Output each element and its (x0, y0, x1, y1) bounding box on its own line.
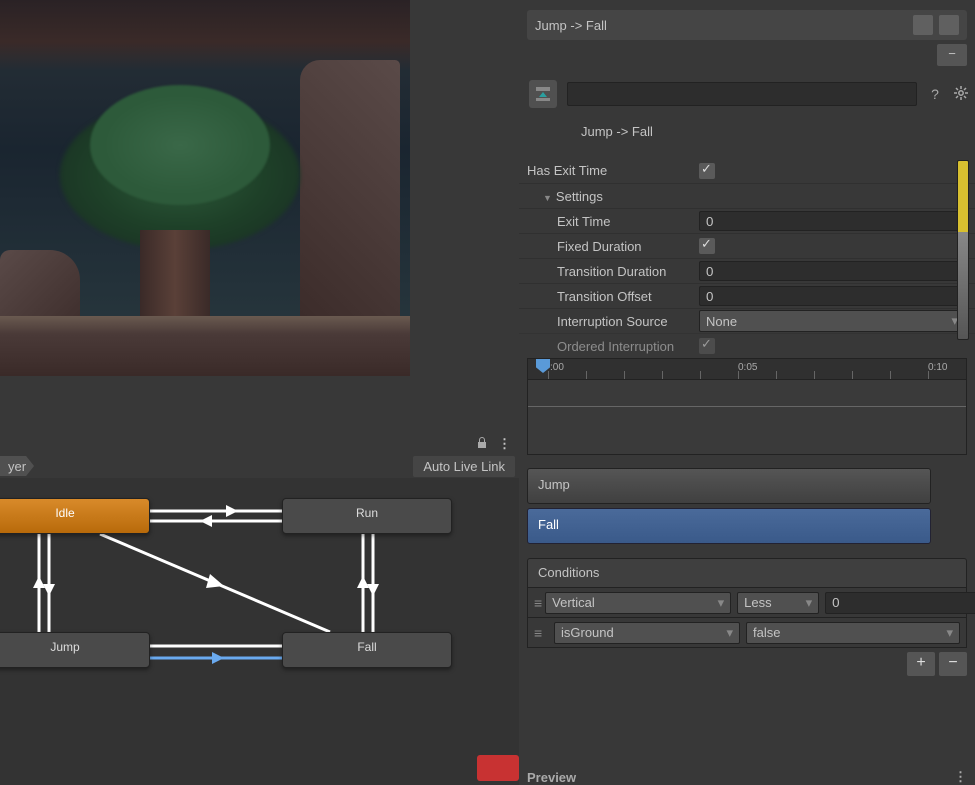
condition-param-dropdown[interactable]: Vertical (545, 592, 731, 614)
tick-label: 0:05 (738, 362, 757, 373)
transition-name-label: Jump -> Fall (581, 124, 653, 139)
error-indicator[interactable] (477, 755, 519, 781)
drag-handle-icon[interactable]: ≡ (534, 595, 539, 611)
state-node-fall[interactable]: Fall (282, 632, 452, 668)
transition-offset-label: Transition Offset (527, 289, 699, 304)
state-graph[interactable]: Idle Run Jump Fall (0, 478, 519, 785)
tick-label: 0:10 (928, 362, 947, 373)
interruption-source-label: Interruption Source (527, 314, 699, 329)
inspector-panel: Jump -> Fall − ? Jump -> Fall Has Exit T… (519, 0, 975, 785)
condition-param-dropdown[interactable]: isGround (554, 622, 740, 644)
fixed-duration-checkbox[interactable] (699, 238, 715, 254)
clip-jump[interactable]: Jump (527, 468, 931, 504)
transition-timeline[interactable]: :00 0:05 0:10 (527, 358, 967, 458)
has-exit-time-checkbox[interactable] (699, 163, 715, 179)
transition-title: Jump -> Fall (535, 18, 907, 33)
condition-value-input[interactable] (825, 592, 975, 614)
tick-label: :00 (550, 362, 564, 373)
add-condition-button[interactable]: + (907, 652, 935, 676)
interruption-source-dropdown[interactable]: None (699, 310, 965, 332)
transition-icon (529, 80, 557, 108)
conditions-header: Conditions (527, 558, 967, 588)
help-icon[interactable]: ? (927, 86, 943, 102)
state-node-run[interactable]: Run (282, 498, 452, 534)
transition-duration-input[interactable] (699, 261, 965, 281)
condition-row: ≡ Vertical Less (527, 588, 967, 618)
gear-icon[interactable] (953, 86, 969, 102)
state-node-jump[interactable]: Jump (0, 632, 150, 668)
blend-preview-bar (957, 160, 969, 340)
animator-panel: yer ⋮ Auto Live Link (0, 426, 519, 785)
settings-foldout[interactable]: Settings (527, 189, 699, 204)
kebab-menu-icon[interactable]: ⋮ (498, 436, 509, 452)
auto-live-link-button[interactable]: Auto Live Link (413, 456, 515, 477)
ordered-interruption-label: Ordered Interruption (527, 339, 699, 354)
exit-time-input[interactable] (699, 211, 965, 231)
exit-time-label: Exit Time (527, 214, 699, 229)
condition-value-dropdown[interactable]: false (746, 622, 960, 644)
preview-label[interactable]: Preview (527, 770, 576, 785)
condition-op-dropdown[interactable]: Less (737, 592, 819, 614)
mute-toggle[interactable] (939, 15, 959, 35)
transition-name-input[interactable] (567, 82, 917, 106)
lock-icon[interactable] (475, 436, 489, 453)
drag-handle-icon[interactable]: ≡ (534, 625, 548, 641)
remove-transition-button[interactable]: − (937, 44, 967, 66)
transition-offset-input[interactable] (699, 286, 965, 306)
transition-duration-label: Transition Duration (527, 264, 699, 279)
kebab-menu-icon[interactable]: ⋮ (954, 769, 967, 785)
game-view (0, 0, 410, 376)
remove-condition-button[interactable]: − (939, 652, 967, 676)
breadcrumb[interactable]: yer (0, 456, 34, 476)
transition-title-row[interactable]: Jump -> Fall (527, 10, 967, 40)
fixed-duration-label: Fixed Duration (527, 239, 699, 254)
has-exit-time-label: Has Exit Time (527, 163, 699, 178)
clip-fall[interactable]: Fall (527, 508, 931, 544)
ordered-interruption-checkbox[interactable] (699, 338, 715, 354)
solo-toggle[interactable] (913, 15, 933, 35)
state-node-idle[interactable]: Idle (0, 498, 150, 534)
condition-row: ≡ isGround false (527, 618, 967, 648)
